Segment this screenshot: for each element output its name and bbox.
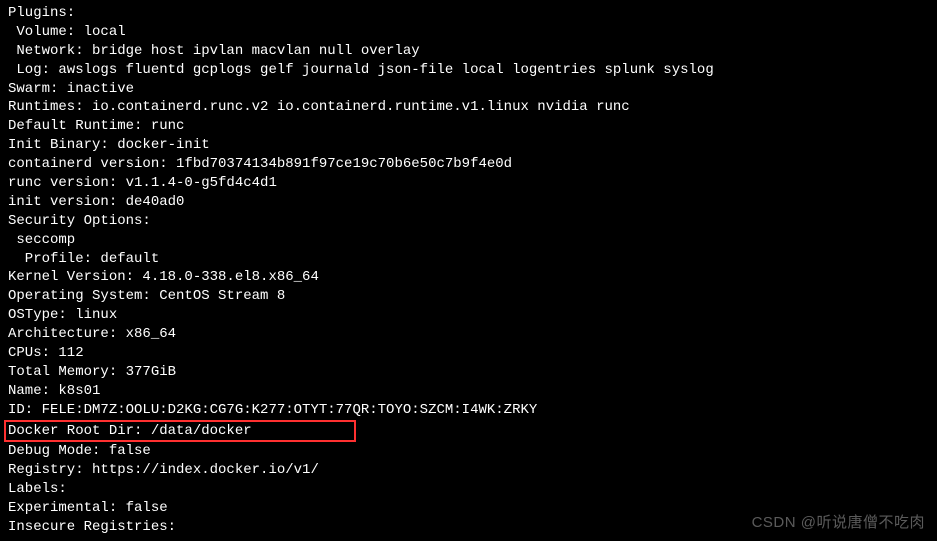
terminal-line-plugins: Plugins: [8,4,929,23]
terminal-line-volume: Volume: local [8,23,929,42]
highlighted-docker-root-dir: Docker Root Dir: /data/docker [8,420,929,443]
terminal-line-operating-system: Operating System: CentOS Stream 8 [8,287,929,306]
terminal-line-registry: Registry: https://index.docker.io/v1/ [8,461,929,480]
terminal-line-swarm: Swarm: inactive [8,80,929,99]
terminal-line-security-options: Security Options: [8,212,929,231]
terminal-line-seccomp: seccomp [8,231,929,250]
terminal-line-network: Network: bridge host ipvlan macvlan null… [8,42,929,61]
terminal-line-init-version: init version: de40ad0 [8,193,929,212]
terminal-line-profile: Profile: default [8,250,929,269]
terminal-line-name: Name: k8s01 [8,382,929,401]
terminal-line-default-runtime: Default Runtime: runc [8,117,929,136]
terminal-line-id: ID: FELE:DM7Z:OOLU:D2KG:CG7G:K277:OTYT:7… [8,401,929,420]
terminal-line-runtimes: Runtimes: io.containerd.runc.v2 io.conta… [8,98,929,117]
terminal-line-architecture: Architecture: x86_64 [8,325,929,344]
watermark-text: CSDN @听说唐僧不吃肉 [752,513,925,533]
terminal-line-containerd-version: containerd version: 1fbd70374134b891f97c… [8,155,929,174]
terminal-line-kernel-version: Kernel Version: 4.18.0-338.el8.x86_64 [8,268,929,287]
terminal-line-ostype: OSType: linux [8,306,929,325]
terminal-line-init-binary: Init Binary: docker-init [8,136,929,155]
terminal-line-cpus: CPUs: 112 [8,344,929,363]
terminal-line-total-memory: Total Memory: 377GiB [8,363,929,382]
terminal-line-runc-version: runc version: v1.1.4-0-g5fd4c4d1 [8,174,929,193]
highlight-annotation: Docker Root Dir: /data/docker [4,420,356,443]
terminal-line-log: Log: awslogs fluentd gcplogs gelf journa… [8,61,929,80]
terminal-line-debug-mode: Debug Mode: false [8,442,929,461]
terminal-line-labels: Labels: [8,480,929,499]
